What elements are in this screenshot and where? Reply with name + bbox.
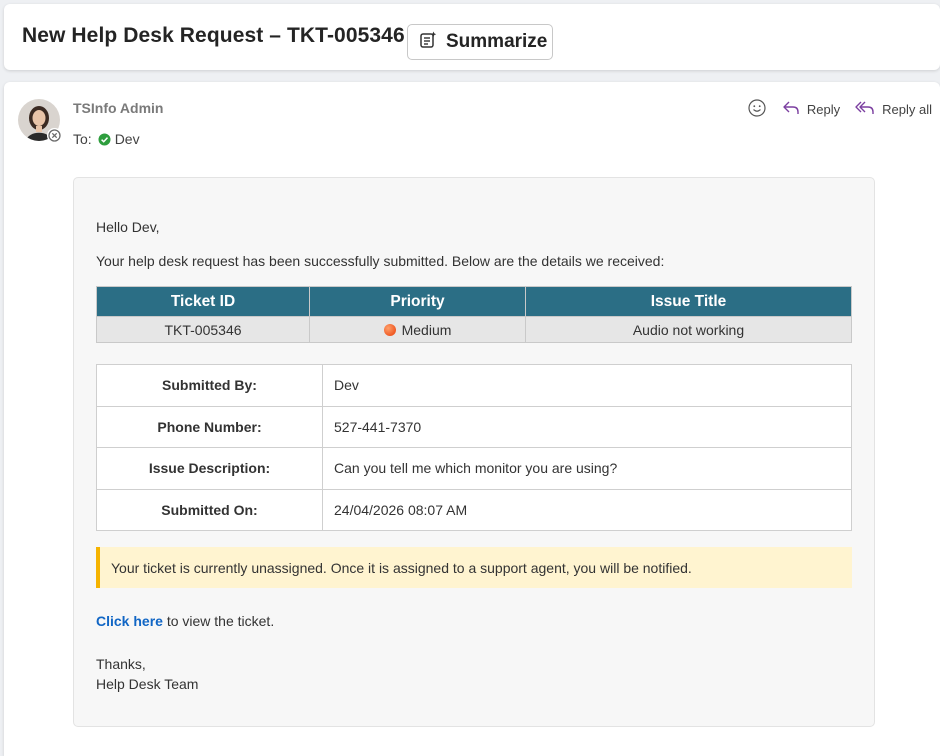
message-card: TSInfo Admin To: Dev Reply Reply all Hel… (4, 82, 940, 756)
summarize-button[interactable]: Summarize (407, 24, 553, 60)
summarize-label: Summarize (446, 31, 548, 52)
detail-value: Can you tell me which monitor you are us… (322, 447, 852, 490)
detail-value: 527-441-7370 (322, 405, 852, 448)
view-ticket-link[interactable]: Click here (96, 613, 163, 629)
table-row: Submitted On: 24/04/2026 08:07 AM (96, 488, 852, 531)
priority-cell: Medium (309, 316, 526, 343)
table-header-ticket-id: Ticket ID (96, 286, 310, 317)
presence-offline-icon (47, 128, 62, 143)
ticket-id-cell: TKT-005346 (96, 316, 310, 343)
table-header-row: Ticket ID Priority Issue Title (96, 286, 852, 317)
react-button[interactable] (747, 98, 767, 121)
sign-off: Thanks, Help Desk Team (96, 654, 198, 694)
summarize-icon (418, 30, 438, 55)
reply-all-label: Reply all (882, 102, 932, 117)
reply-button[interactable]: Reply (781, 99, 840, 120)
greeting-text: Hello Dev, (96, 219, 160, 235)
intro-text: Your help desk request has been successf… (96, 253, 665, 269)
detail-value: 24/04/2026 08:07 AM (322, 488, 852, 531)
issue-title-cell: Audio not working (525, 316, 852, 343)
table-row: Issue Description: Can you tell me which… (96, 447, 852, 490)
message-subject: New Help Desk Request – TKT-005346 (22, 24, 405, 47)
presence-available-icon (98, 133, 111, 146)
detail-label: Phone Number: (96, 405, 323, 448)
smiley-icon (747, 98, 767, 121)
priority-value: Medium (401, 321, 452, 338)
recipient-name[interactable]: Dev (115, 131, 140, 147)
to-label: To: (73, 131, 92, 147)
table-row: Phone Number: 527-441-7370 (96, 405, 852, 448)
message-actions: Reply Reply all (747, 98, 932, 121)
table-header-priority: Priority (309, 286, 526, 317)
message-header: New Help Desk Request – TKT-005346 Summa… (4, 4, 940, 70)
thanks-text: Thanks, (96, 656, 146, 672)
table-row: Submitted By: Dev (96, 364, 852, 407)
table-row: TKT-005346 Medium Audio not working (96, 316, 852, 343)
priority-dot-icon (383, 323, 396, 336)
view-ticket-line: Click here to view the ticket. (96, 613, 274, 629)
unassigned-notice: Your ticket is currently unassigned. Onc… (96, 547, 852, 588)
view-ticket-suffix: to view the ticket. (162, 613, 275, 629)
detail-label: Submitted By: (96, 364, 323, 407)
ticket-summary-table: Ticket ID Priority Issue Title TKT-00534… (96, 286, 852, 343)
table-header-issue-title: Issue Title (525, 286, 852, 317)
sender-name[interactable]: TSInfo Admin (73, 100, 163, 116)
ticket-details-table: Submitted By: Dev Phone Number: 527-441-… (96, 364, 852, 531)
detail-label: Submitted On: (96, 488, 323, 531)
detail-value: Dev (322, 364, 852, 407)
reply-all-icon (854, 99, 876, 120)
reply-icon (781, 99, 801, 120)
recipients-line: To: Dev (73, 131, 140, 147)
reply-label: Reply (806, 102, 841, 117)
detail-label: Issue Description: (96, 447, 323, 490)
team-signature: Help Desk Team (96, 676, 199, 692)
email-body: Hello Dev, Your help desk request has be… (73, 177, 875, 727)
reply-all-button[interactable]: Reply all (854, 99, 932, 120)
